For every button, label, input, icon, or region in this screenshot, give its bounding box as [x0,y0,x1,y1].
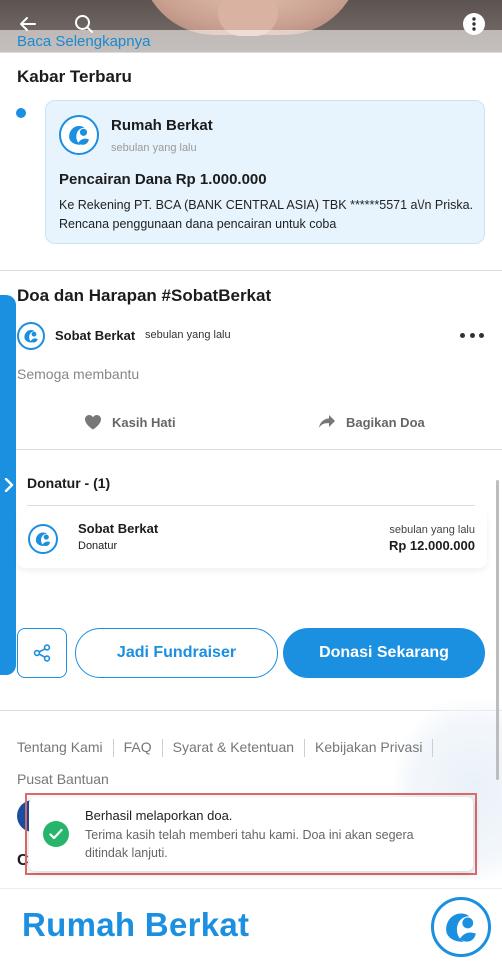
dot-icon [479,332,484,338]
divider [304,739,306,758]
divider [0,888,502,889]
news-card: Rumah Berkat sebulan yang lalu Pencairan… [45,100,485,244]
donor-amount: Rp 12.000.000 [388,538,475,553]
news-body: Ke Rekening PT. BCA (BANK CENTRAL ASIA) … [59,198,474,231]
divider [0,52,502,53]
scrollbar[interactable] [496,480,499,780]
news-title: Pencairan Dana Rp 1.000.000 [59,171,267,188]
divider [432,739,434,758]
read-more-link[interactable]: Baca Selengkapnya [17,33,150,50]
prayer-section-title: Doa dan Harapan #SobatBerkat [17,286,272,305]
dot-icon [469,332,475,338]
donatur-title: Donatur - (1) [27,475,111,491]
chevron-right-icon [4,478,14,492]
footer-link-help[interactable]: Pusat Bantuan [17,763,109,795]
share-prayer-button[interactable]: Bagikan Doa [318,414,425,430]
prayer-menu-button[interactable] [460,326,484,344]
brand-name: Rumah Berkat [22,906,250,943]
donor-role: Donatur [78,540,118,552]
divider [16,449,502,450]
avatar [17,322,45,350]
divider [112,739,114,758]
divider [0,270,502,271]
prayer-text: Semoga membantu [17,366,140,382]
news-section-title: Kabar Terbaru [17,67,132,86]
share-arrow-icon [319,415,335,428]
arrow-left-icon [20,17,36,31]
fundraiser-button[interactable]: Jadi Fundraiser [75,628,278,678]
dot-icon [460,332,465,338]
footer-link-faq[interactable]: FAQ [124,731,152,763]
heart-icon [85,415,101,430]
check-circle-icon [43,821,69,847]
avatar [28,524,58,554]
share-prayer-label: Bagikan Doa [346,414,425,430]
toast-message: Terima kasih telah memberi tahu kami. Do… [85,828,414,860]
footer-link-terms[interactable]: Syarat & Ketentuan [173,731,294,763]
more-options-button[interactable] [458,8,490,40]
rumah-berkat-logo-icon [431,897,491,957]
search-icon [75,15,93,33]
like-button[interactable]: Kasih Hati [84,414,176,430]
timeline-dot [16,108,26,118]
footer-links: Tentang Kami FAQ Syarat & Ketentuan Kebijak… [17,731,487,795]
footer-link-about[interactable]: Tentang Kami [17,731,103,763]
prayer-author: Sobat Berkat [55,328,136,343]
share-icon [33,644,51,662]
rumah-berkat-logo-icon [59,115,99,155]
news-org-name: Rumah Berkat [111,117,213,134]
divider [161,739,163,758]
news-time: sebulan yang lalu [111,142,197,154]
donate-now-button[interactable]: Donasi Sekarang [283,628,485,678]
toast-title: Berhasil melaporkan doa. [85,808,233,823]
more-vertical-icon [463,13,485,35]
prayer-time: sebulan yang lalu [145,329,231,341]
share-button[interactable] [17,628,67,678]
divider [27,505,475,506]
like-label: Kasih Hati [112,414,176,430]
donor-name: Sobat Berkat [78,521,159,536]
footer-link-privacy[interactable]: Kebijakan Privasi [315,731,422,763]
donor-time: sebulan yang lalu [389,524,475,536]
